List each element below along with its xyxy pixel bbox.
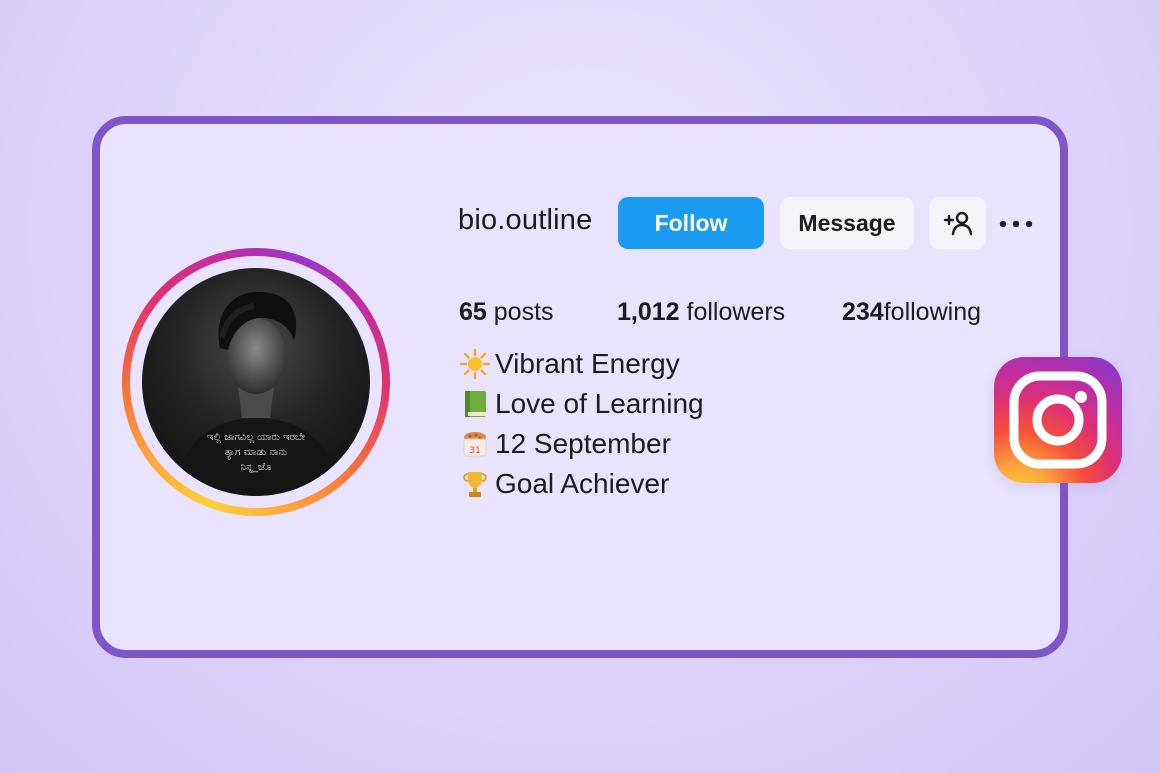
bio-line: 31 12 September	[459, 428, 671, 460]
message-button[interactable]: Message	[780, 197, 914, 249]
username: bio.outline	[458, 204, 593, 236]
avatar[interactable]: ಇಲ್ಲಿ ಜಾಗವಿಲ್ಲ ಯಾರು ಇರಬೇ ತ್ಯಾಗ ಮಾಡು ನಾನು…	[142, 268, 370, 496]
sun-icon	[459, 348, 491, 380]
avatar-caption-line-3: ನಿನ್ನ_ಜೊ	[241, 462, 272, 473]
followers-label: followers	[686, 298, 786, 326]
add-user-button[interactable]	[929, 197, 986, 249]
followers-stat[interactable]: 1,012 followers	[617, 298, 785, 327]
avatar-photo: ಇಲ್ಲಿ ಜಾಗವಿಲ್ಲ ಯಾರು ಇರಬೇ ತ್ಯಾಗ ಮಾಡು ನಾನು…	[172, 291, 342, 496]
follow-button[interactable]: Follow	[618, 197, 764, 249]
more-options-icon	[999, 220, 1033, 228]
bio-line: Vibrant Energy	[459, 348, 680, 380]
posts-stat[interactable]: 65 posts	[459, 298, 554, 327]
posts-label: posts	[493, 298, 554, 326]
svg-text:31: 31	[469, 446, 480, 456]
bio-line: Goal Achiever	[459, 468, 669, 500]
instagram-logo	[994, 357, 1122, 483]
following-stat[interactable]: 234following	[842, 298, 981, 327]
avatar-caption-line-1: ಇಲ್ಲಿ ಜಾಗವಿಲ್ಲ ಯಾರು ಇರಬೇ	[207, 432, 305, 443]
bio-text-achiever: Goal Achiever	[495, 468, 670, 499]
more-options-button[interactable]	[996, 210, 1036, 238]
birthday-cake-icon: 31	[463, 432, 487, 457]
following-count: 234	[842, 298, 884, 326]
posts-count: 65	[459, 298, 487, 326]
green-book-icon	[465, 391, 486, 417]
trophy-icon	[463, 472, 487, 497]
avatar-caption-line-2: ತ್ಯಾಗ ಮಾಡು ನಾನು	[225, 447, 287, 459]
story-ring[interactable]: ಇಲ್ಲಿ ಜಾಗವಿಲ್ಲ ಯಾರು ಇರಬೇ ತ್ಯಾಗ ಮಾಡು ನಾನು…	[122, 248, 390, 516]
bio-text-energy: Vibrant Energy	[495, 348, 680, 379]
instagram-logo-icon	[1009, 371, 1107, 469]
bio-text-learning: Love of Learning	[495, 388, 704, 419]
add-user-icon	[943, 211, 972, 236]
following-label: following	[883, 298, 981, 326]
bio-text-birthday: 12 September	[495, 428, 671, 459]
followers-count: 1,012	[617, 298, 680, 326]
bio-line: Love of Learning	[459, 388, 704, 420]
